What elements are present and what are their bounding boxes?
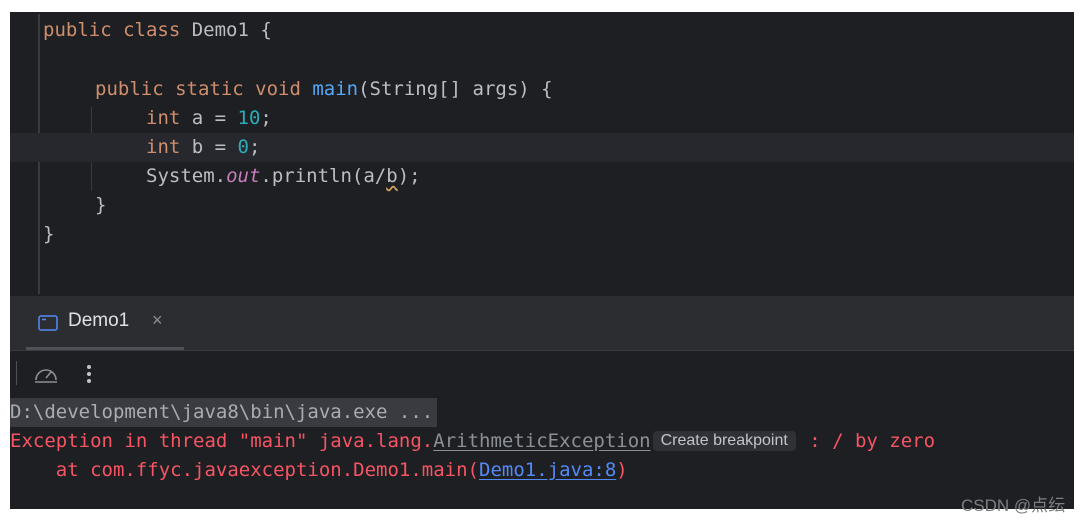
method-name-token: main [312, 78, 359, 100]
close-call-token: ); [397, 165, 421, 187]
number-token: 0 [237, 136, 249, 158]
watermark: CSDN @点纭 [961, 496, 1066, 515]
code-line-5-current[interactable]: int b = 0; [10, 133, 1074, 162]
code-line-8[interactable]: } [10, 220, 1074, 249]
run-tab-label: Demo1 [68, 310, 130, 331]
run-toolbar [10, 350, 1074, 396]
semicolon-token: ; [260, 107, 272, 129]
code-line-4[interactable]: int a = 10; [10, 104, 1074, 133]
code-line-3[interactable]: public static void main(String[] args) { [10, 75, 1074, 104]
keyword-token: public static void [95, 78, 313, 100]
number-token: 10 [237, 107, 261, 129]
toolbar-divider [16, 361, 17, 385]
exception-message: : / by zero [797, 430, 936, 452]
keyword-token: public class [43, 19, 192, 41]
console-exception-line: Exception in thread "main" java.lang.Ari… [10, 427, 935, 456]
exception-prefix: Exception in thread "main" java.lang. [10, 430, 434, 452]
closing-brace: } [43, 223, 55, 245]
assign-token: a = [180, 107, 238, 129]
gauge-icon[interactable] [32, 363, 60, 385]
close-icon[interactable]: × [152, 310, 163, 331]
create-breakpoint-button[interactable]: Create breakpoint [652, 431, 796, 451]
keyword-token: int [146, 107, 181, 129]
assign-token: b = [180, 136, 238, 158]
stacktrace-suffix: ) [616, 459, 628, 481]
call-token: .println(a/ [260, 165, 387, 187]
code-line-1[interactable]: public class Demo1 { [10, 16, 1074, 45]
stacktrace-prefix: at com.ffyc.javaexception.Demo1.main( [10, 459, 479, 481]
more-vertical-icon[interactable] [78, 361, 100, 387]
code-editor[interactable]: public class Demo1 { public static void … [10, 12, 1074, 296]
run-tool-window-header: Demo1 × [10, 296, 1074, 350]
semicolon-token: ; [248, 136, 261, 158]
ide-window: public class Demo1 { public static void … [10, 12, 1074, 509]
code-line-6[interactable]: System.out.println(a/b); [10, 162, 1074, 191]
console-stacktrace-line: at com.ffyc.javaexception.Demo1.main(Dem… [10, 456, 628, 485]
exception-class-link[interactable]: ArithmeticException [433, 430, 650, 452]
console-command-line[interactable]: D:\development\java8\bin\java.exe ... [10, 398, 438, 427]
source-location-link[interactable]: Demo1.java:8 [479, 459, 616, 481]
class-name-token: Demo1 { [191, 19, 272, 41]
code-line-7[interactable]: } [10, 191, 1074, 220]
static-field-token: out [226, 165, 261, 187]
keyword-token: int [146, 136, 181, 158]
closing-brace: } [95, 194, 107, 216]
params-token: (String[] args) { [358, 78, 553, 100]
console-output[interactable]: D:\development\java8\bin\java.exe ... Ex… [10, 396, 1074, 509]
console-window-icon [38, 315, 58, 331]
run-tab-demo1[interactable]: Demo1 × [26, 296, 184, 350]
warning-variable-token[interactable]: b [386, 165, 397, 187]
class-ref-token: System. [146, 165, 227, 187]
